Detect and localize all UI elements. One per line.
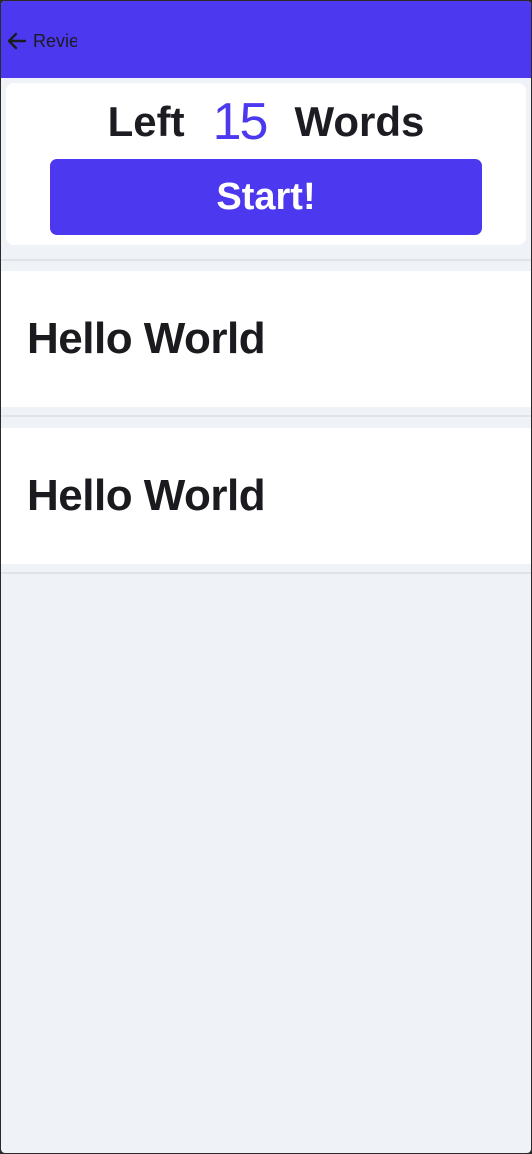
counter-suffix: Words: [294, 98, 425, 145]
word-list-item[interactable]: Hello World: [1, 428, 531, 564]
word-list-item[interactable]: Hello World: [1, 271, 531, 407]
word-text: Hello World: [27, 471, 266, 520]
words-left-counter: Left 15 Words: [6, 91, 526, 153]
counter-prefix: Left: [107, 98, 185, 145]
start-button[interactable]: Start!: [50, 159, 482, 235]
divider: [1, 259, 531, 261]
arrow-left-icon: [7, 32, 27, 50]
word-text: Hello World: [27, 314, 266, 363]
words-left-count: 15: [212, 93, 269, 151]
app-bar: Revie: [1, 1, 531, 78]
words-left-card: Left 15 Words Start!: [6, 83, 526, 245]
back-label: Revie: [33, 30, 77, 51]
back-button[interactable]: Revie: [5, 28, 77, 54]
review-screen: Revie Left 15 Words Start! Hello World H…: [1, 1, 531, 1153]
divider: [1, 415, 531, 417]
divider: [1, 572, 531, 574]
